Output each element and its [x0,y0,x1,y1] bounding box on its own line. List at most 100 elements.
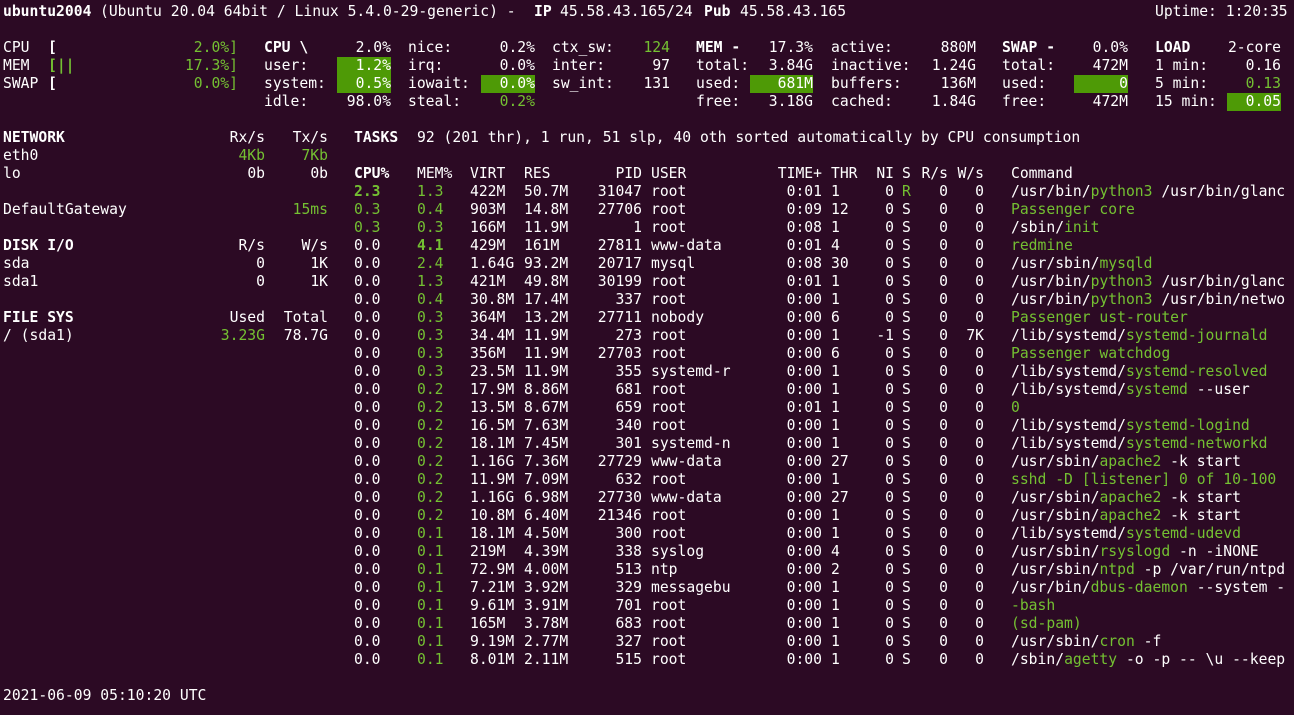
ql-cpu-pct: 2.0%] [193,39,238,57]
process-mem: 0.1 [417,561,444,578]
command-part: -p /var/run/ntpd [1134,561,1286,578]
process-ni: 0 [885,525,894,542]
process-pid: 513 [615,561,642,578]
process-write-rate: 0 [975,579,984,596]
command-part: -k start [1161,453,1241,470]
disk-write-header: W/s [301,237,328,254]
process-virt: 1.16G [470,489,515,506]
command-part: /lib/systemd/ [1011,417,1126,434]
command-part: apache2 [1099,507,1162,524]
process-ni: 0 [885,543,894,560]
process-status: S [902,597,911,614]
process-pid: 327 [615,633,642,650]
process-virt: 30.8M [470,291,515,308]
load-cores: 2-core [1227,39,1281,56]
process-res: 14.8M [524,201,569,218]
command-part: sshd -D [listener] 0 of 10-100 [1011,471,1277,488]
process-ni: 0 [885,183,894,200]
process-user: root [651,615,687,632]
process-cpu: 2.3 [354,183,381,200]
process-user: root [651,633,687,650]
process-mem: 0.3 [417,309,444,326]
process-res: 6.40M [524,507,569,524]
command-part: systemd-journald [1125,327,1268,344]
process-user: www-data [651,489,722,506]
process-write-rate: 0 [975,237,984,254]
swap-total-label: total: [1002,57,1056,74]
process-cpu: 0.0 [354,453,381,470]
command-part: -n -iNONE [1170,543,1259,560]
process-virt: 1.16G [470,453,515,470]
mem-free-label: free: [696,93,741,110]
default-gateway-label: DefaultGateway [3,201,127,218]
process-command: redmine [1011,237,1293,255]
command-part: /usr/sbin/ [1011,633,1100,650]
process-ni: 0 [885,201,894,218]
command-part: /usr/bin/glanc [1152,183,1286,200]
process-thr: 4 [831,237,840,254]
command-part: -bash [1011,597,1056,614]
process-read-rate: 0 [939,633,948,650]
process-virt: 7.21M [470,579,515,596]
swap-total: 472M [1092,57,1128,74]
process-status: S [902,327,911,344]
process-user: messagebu [651,579,731,596]
process-read-rate: 0 [939,525,948,542]
mem-used: 681M [750,75,813,93]
process-ni: 0 [885,633,894,650]
process-command: /usr/sbin/mysqld [1011,255,1293,273]
process-write-rate: 0 [975,219,984,236]
process-status: S [902,543,911,560]
process-thr: 1 [831,273,840,290]
mem-buffers: 136M [940,75,976,92]
process-time: 0:00 [786,453,822,470]
process-virt: 364M [470,309,506,326]
process-status: S [902,471,911,488]
process-read-rate: 0 [939,453,948,470]
process-cpu: 0.0 [354,345,381,362]
process-write-rate: 0 [975,363,984,380]
process-time: 0:00 [786,579,822,596]
process-time: 0:00 [786,381,822,398]
column-header-res: RES [524,165,551,182]
column-header-cpu: CPU% [354,165,390,182]
process-mem: 0.3 [417,219,444,236]
process-write-rate: 0 [975,255,984,272]
mem-pct: 17.3% [768,39,813,56]
process-command: /usr/bin/python3 /usr/bin/netwo [1011,291,1293,309]
process-res: 11.9M [524,345,569,362]
process-write-rate: 0 [975,651,984,668]
process-pid: 27706 [597,201,642,218]
process-cpu: 0.0 [354,417,381,434]
process-status: S [902,381,911,398]
hostname: ubuntu2004 [3,3,92,20]
process-res: 6.98M [524,489,569,506]
process-status: S [902,219,911,236]
process-status: S [902,291,911,308]
process-read-rate: 0 [939,597,948,614]
process-pid: 27711 [597,309,642,326]
process-time: 0:08 [786,219,822,236]
process-user: root [651,201,687,218]
process-user: root [651,273,687,290]
process-ni: 0 [885,345,894,362]
process-user: root [651,399,687,416]
mem-inactive-label: inactive: [831,57,911,74]
cpu-inter: 97 [652,57,670,74]
process-cpu: 0.0 [354,543,381,560]
swap-used-label: used: [1002,75,1047,92]
process-pid: 515 [615,651,642,668]
process-pid: 329 [615,579,642,596]
command-part: python3 [1090,291,1153,308]
process-time: 0:00 [786,543,822,560]
process-pid: 27730 [597,489,642,506]
process-write-rate: 0 [975,543,984,560]
process-ni: 0 [885,273,894,290]
process-mem: 0.3 [417,345,444,362]
process-time: 0:00 [786,471,822,488]
disk-write: 1K [310,273,328,290]
process-pid: 340 [615,417,642,434]
ql-mem-pct: 17.3%] [184,57,238,74]
command-part: --user [1187,381,1250,398]
swap-free-label: free: [1002,93,1047,110]
